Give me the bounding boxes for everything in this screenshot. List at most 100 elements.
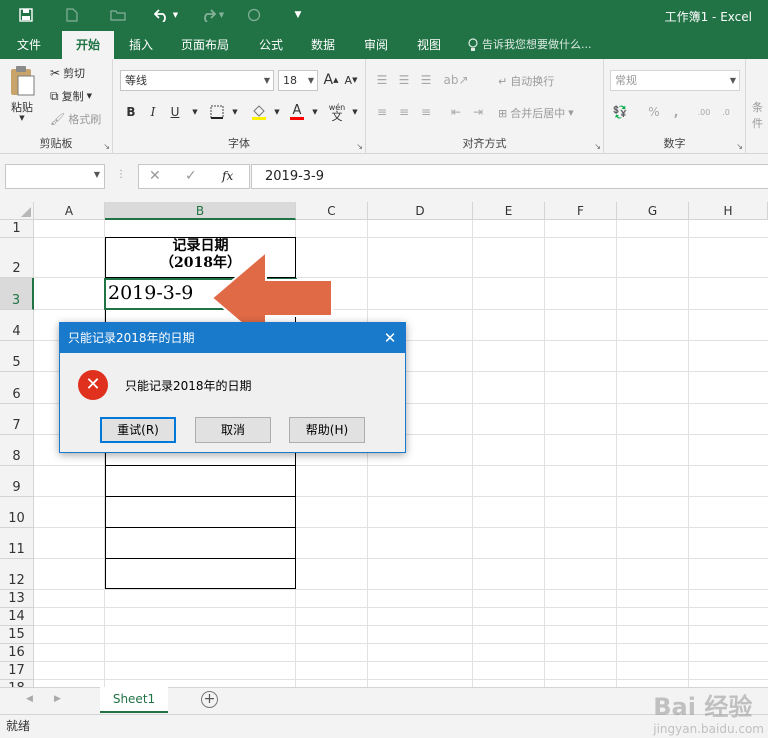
tab-view[interactable]: 视图 xyxy=(408,31,450,59)
name-box-dropdown-icon[interactable]: ▼ xyxy=(94,170,100,179)
decrease-decimal-icon[interactable]: .0 xyxy=(716,102,736,122)
italic-button[interactable]: I xyxy=(143,102,163,122)
align-left-icon[interactable]: ≡ xyxy=(372,102,392,122)
tab-home[interactable]: 开始 xyxy=(62,31,114,59)
touch-mode-icon[interactable] xyxy=(242,5,266,25)
copy-button[interactable]: ⧉ 复制 ▼ xyxy=(50,88,92,104)
row-header-6[interactable]: 6 xyxy=(0,372,34,404)
row-header-5[interactable]: 5 xyxy=(0,341,34,372)
row-header-12[interactable]: 12 xyxy=(0,559,34,590)
insert-function-button[interactable]: fx xyxy=(222,169,233,183)
tell-me-search[interactable]: 告诉我您想要做什么... xyxy=(468,31,618,59)
row-header-9[interactable]: 9 xyxy=(0,466,34,497)
dialog-launcher-icon[interactable]: ↘ xyxy=(594,142,601,151)
retry-button[interactable]: 重试(R) xyxy=(100,417,176,443)
fill-color-dropdown-icon[interactable]: ▼ xyxy=(267,102,287,122)
sheet-tab-sheet1[interactable]: Sheet1 xyxy=(100,687,168,713)
shrink-font-button[interactable]: A ▼ xyxy=(341,70,361,90)
row-header-16[interactable]: 16 xyxy=(0,644,34,662)
save-icon[interactable] xyxy=(14,5,38,25)
enter-icon[interactable]: ✓ xyxy=(185,168,197,184)
next-sheet-icon[interactable]: ▶ xyxy=(54,694,61,704)
formula-input[interactable]: 2019-3-9 xyxy=(251,164,768,189)
tab-review[interactable]: 审阅 xyxy=(355,31,397,59)
increase-indent-icon[interactable]: ⇥ xyxy=(468,102,488,122)
font-color-dropdown-icon[interactable]: ▼ xyxy=(305,102,325,122)
row-header-2[interactable]: 2 xyxy=(0,238,34,278)
tab-page-layout[interactable]: 页面布局 xyxy=(172,31,238,59)
fill-color-icon[interactable] xyxy=(249,102,269,122)
row-header-4[interactable]: 4 xyxy=(0,310,34,341)
row-header-13[interactable]: 13 xyxy=(0,590,34,608)
row-header-17[interactable]: 17 xyxy=(0,662,34,680)
align-center-icon[interactable]: ≡ xyxy=(394,102,414,122)
column-header-f[interactable]: F xyxy=(545,202,617,220)
dialog-launcher-icon[interactable]: ↘ xyxy=(356,142,363,151)
redo-icon[interactable]: ▼ xyxy=(196,5,228,25)
underline-dropdown-icon[interactable]: ▼ xyxy=(185,102,205,122)
open-folder-icon[interactable] xyxy=(106,5,130,25)
merge-center-button[interactable]: ⊞ 合并后居中 ▼ xyxy=(498,105,574,121)
cut-button[interactable]: ✂ 剪切 xyxy=(50,65,85,81)
column-header-c[interactable]: C xyxy=(296,202,368,220)
row-header-11[interactable]: 11 xyxy=(0,528,34,559)
undo-icon[interactable]: ▼ xyxy=(150,5,182,25)
orientation-icon[interactable]: ab↗ xyxy=(443,70,468,90)
conditional-format-button[interactable]: 条件 xyxy=(752,99,768,131)
column-header-h[interactable]: H xyxy=(689,202,768,220)
row-header-7[interactable]: 7 xyxy=(0,404,34,435)
select-all-corner[interactable] xyxy=(0,202,34,220)
font-size-select[interactable]: 18 ▼ xyxy=(278,70,318,91)
add-sheet-icon[interactable]: + xyxy=(201,691,218,708)
underline-button[interactable]: U xyxy=(165,102,185,122)
tab-insert[interactable]: 插入 xyxy=(120,31,162,59)
font-color-button[interactable]: A xyxy=(287,102,307,122)
phonetic-dropdown-icon[interactable]: ▼ xyxy=(345,102,365,122)
dialog-launcher-icon[interactable]: ↘ xyxy=(736,142,743,151)
comma-button[interactable]: , xyxy=(666,102,686,122)
align-middle-icon[interactable]: ☰ xyxy=(394,70,414,90)
prev-sheet-icon[interactable]: ◀ xyxy=(26,694,33,704)
grow-font-button[interactable]: A ▲ xyxy=(321,70,341,90)
row-header-15[interactable]: 15 xyxy=(0,626,34,644)
customize-toolbar-icon[interactable]: ▼ xyxy=(288,5,308,25)
tab-file[interactable]: 文件 xyxy=(8,31,50,59)
increase-decimal-icon[interactable]: .00 xyxy=(694,102,714,122)
column-header-a[interactable]: A xyxy=(34,202,105,220)
cancel-button[interactable]: 取消 xyxy=(195,417,271,443)
tab-formulas[interactable]: 公式 xyxy=(250,31,292,59)
row-header-18[interactable]: 18 xyxy=(0,680,34,687)
dialog-close-icon[interactable]: ✕ xyxy=(375,323,405,353)
border-icon[interactable] xyxy=(207,102,227,122)
column-header-e[interactable]: E xyxy=(473,202,545,220)
font-name-select[interactable]: 等线 ▼ xyxy=(120,70,274,91)
align-bottom-icon[interactable]: ☰ xyxy=(416,70,436,90)
column-header-d[interactable]: D xyxy=(368,202,473,220)
row-header-14[interactable]: 14 xyxy=(0,608,34,626)
row-header-1[interactable]: 1 xyxy=(0,220,34,238)
currency-icon[interactable]: 💱 xyxy=(610,102,630,122)
column-header-b[interactable]: B xyxy=(105,202,296,220)
border-dropdown-icon[interactable]: ▼ xyxy=(225,102,245,122)
paste-button[interactable]: 粘贴 ▼ xyxy=(8,65,36,122)
name-box[interactable]: ▼ xyxy=(5,164,105,189)
wrap-text-button[interactable]: ↵ 自动换行 xyxy=(498,73,554,89)
align-right-icon[interactable]: ≡ xyxy=(416,102,436,122)
row-header-3[interactable]: 3 xyxy=(0,278,34,310)
help-button[interactable]: 帮助(H) xyxy=(289,417,365,443)
row-header-8[interactable]: 8 xyxy=(0,435,34,466)
percent-button[interactable]: % xyxy=(644,102,664,122)
dialog-launcher-icon[interactable]: ↘ xyxy=(103,142,110,151)
format-painter-button[interactable]: 🖌 格式刷 xyxy=(50,111,101,127)
tell-me-text: 告诉我您想要做什么... xyxy=(482,38,592,51)
column-header-g[interactable]: G xyxy=(617,202,689,220)
bold-button[interactable]: B xyxy=(121,102,141,122)
cancel-icon[interactable]: ✕ xyxy=(149,168,161,184)
tab-data[interactable]: 数据 xyxy=(302,31,344,59)
row-header-10[interactable]: 10 xyxy=(0,497,34,528)
new-file-icon[interactable] xyxy=(60,5,84,25)
decrease-indent-icon[interactable]: ⇤ xyxy=(446,102,466,122)
number-format-select[interactable]: 常规 ▼ xyxy=(610,70,740,91)
phonetic-button[interactable]: wén 文 xyxy=(327,102,347,122)
align-top-icon[interactable]: ☰ xyxy=(372,70,392,90)
